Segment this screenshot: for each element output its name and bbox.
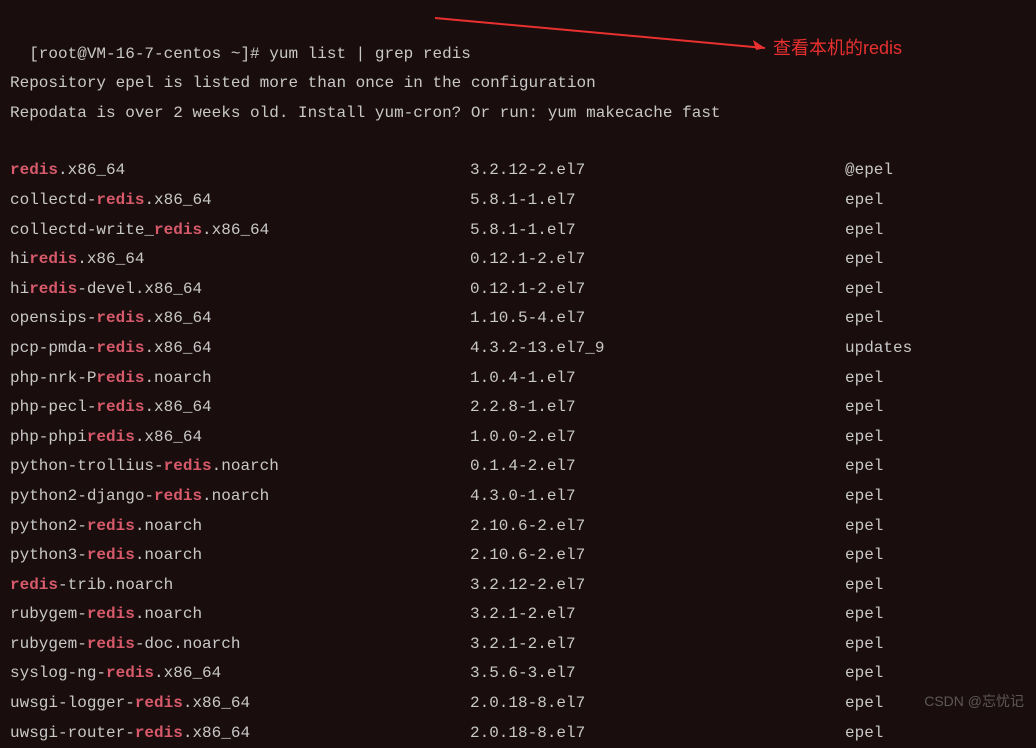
package-repo: epel — [845, 364, 883, 394]
package-row: rubygem-redis.noarch3.2.1-2.el7epel — [10, 600, 1026, 630]
package-row: uwsgi-router-redis.x86_642.0.18-8.el7epe… — [10, 719, 1026, 748]
command-line[interactable]: [root@VM-16-7-centos ~]# yum list | grep… — [10, 10, 1026, 69]
package-version: 1.10.5-4.el7 — [470, 304, 845, 334]
package-repo: @epel — [845, 156, 893, 186]
package-repo: epel — [845, 512, 883, 542]
package-version: 3.2.1-2.el7 — [470, 600, 845, 630]
repository-warning: Repository epel is listed more than once… — [10, 69, 1026, 99]
package-version: 5.8.1-1.el7 — [470, 216, 845, 246]
package-row: opensips-redis.x86_641.10.5-4.el7epel — [10, 304, 1026, 334]
package-name: php-pecl-redis.x86_64 — [10, 393, 470, 423]
package-row: php-nrk-Predis.noarch1.0.4-1.el7epel — [10, 364, 1026, 394]
package-version: 5.8.1-1.el7 — [470, 186, 845, 216]
package-name: opensips-redis.x86_64 — [10, 304, 470, 334]
package-version: 4.3.2-13.el7_9 — [470, 334, 845, 364]
package-name: hiredis-devel.x86_64 — [10, 275, 470, 305]
package-name: python3-redis.noarch — [10, 541, 470, 571]
package-name: rubygem-redis-doc.noarch — [10, 630, 470, 660]
package-repo: epel — [845, 719, 883, 748]
package-repo: epel — [845, 393, 883, 423]
package-name: uwsgi-logger-redis.x86_64 — [10, 689, 470, 719]
package-version: 2.2.8-1.el7 — [470, 393, 845, 423]
package-version: 2.0.18-8.el7 — [470, 719, 845, 748]
package-name: python-trollius-redis.noarch — [10, 452, 470, 482]
watermark: CSDN @忘忧记 — [924, 689, 1024, 715]
package-row: python2-django-redis.noarch4.3.0-1.el7ep… — [10, 482, 1026, 512]
package-version: 0.12.1-2.el7 — [470, 275, 845, 305]
package-name: hiredis.x86_64 — [10, 245, 470, 275]
package-row: php-phpiredis.x86_641.0.0-2.el7epel — [10, 423, 1026, 453]
package-repo: epel — [845, 216, 883, 246]
package-name: rubygem-redis.noarch — [10, 600, 470, 630]
package-repo: epel — [845, 186, 883, 216]
package-name: python2-redis.noarch — [10, 512, 470, 542]
package-repo: epel — [845, 659, 883, 689]
package-row: collectd-write_redis.x86_645.8.1-1.el7ep… — [10, 216, 1026, 246]
package-row: python3-redis.noarch2.10.6-2.el7epel — [10, 541, 1026, 571]
package-row: rubygem-redis-doc.noarch3.2.1-2.el7epel — [10, 630, 1026, 660]
shell-prompt: [root@VM-16-7-centos ~]# — [29, 45, 269, 63]
package-row: uwsgi-logger-redis.x86_642.0.18-8.el7epe… — [10, 689, 1026, 719]
package-row: pcp-pmda-redis.x86_644.3.2-13.el7_9updat… — [10, 334, 1026, 364]
package-repo: epel — [845, 541, 883, 571]
package-repo: epel — [845, 482, 883, 512]
package-repo: epel — [845, 689, 883, 719]
package-version: 2.10.6-2.el7 — [470, 512, 845, 542]
package-version: 0.1.4-2.el7 — [470, 452, 845, 482]
package-row: hiredis-devel.x86_640.12.1-2.el7epel — [10, 275, 1026, 305]
package-name: php-phpiredis.x86_64 — [10, 423, 470, 453]
package-version: 1.0.4-1.el7 — [470, 364, 845, 394]
package-version: 2.0.18-8.el7 — [470, 689, 845, 719]
package-row: redis.x86_643.2.12-2.el7@epel — [10, 156, 1026, 186]
package-row: hiredis.x86_640.12.1-2.el7epel — [10, 245, 1026, 275]
package-version: 4.3.0-1.el7 — [470, 482, 845, 512]
package-version: 1.0.0-2.el7 — [470, 423, 845, 453]
package-version: 3.2.12-2.el7 — [470, 156, 845, 186]
package-version: 3.2.12-2.el7 — [470, 571, 845, 601]
package-row: syslog-ng-redis.x86_643.5.6-3.el7epel — [10, 659, 1026, 689]
package-name: collectd-redis.x86_64 — [10, 186, 470, 216]
package-name: redis.x86_64 — [10, 156, 470, 186]
package-repo: epel — [845, 600, 883, 630]
package-version: 0.12.1-2.el7 — [470, 245, 845, 275]
package-row: python2-redis.noarch2.10.6-2.el7epel — [10, 512, 1026, 542]
command-text: yum list | grep redis — [269, 45, 471, 63]
package-name: python2-django-redis.noarch — [10, 482, 470, 512]
package-name: pcp-pmda-redis.x86_64 — [10, 334, 470, 364]
package-version: 2.10.6-2.el7 — [470, 541, 845, 571]
package-name: syslog-ng-redis.x86_64 — [10, 659, 470, 689]
package-row: php-pecl-redis.x86_642.2.8-1.el7epel — [10, 393, 1026, 423]
package-list: redis.x86_643.2.12-2.el7@epelcollectd-re… — [10, 156, 1026, 748]
package-name: redis-trib.noarch — [10, 571, 470, 601]
package-version: 3.5.6-3.el7 — [470, 659, 845, 689]
package-row: python-trollius-redis.noarch0.1.4-2.el7e… — [10, 452, 1026, 482]
repodata-warning: Repodata is over 2 weeks old. Install yu… — [10, 99, 1026, 129]
package-repo: epel — [845, 630, 883, 660]
package-row: redis-trib.noarch3.2.12-2.el7epel — [10, 571, 1026, 601]
package-repo: epel — [845, 275, 883, 305]
package-repo: updates — [845, 334, 912, 364]
package-repo: epel — [845, 304, 883, 334]
package-row: collectd-redis.x86_645.8.1-1.el7epel — [10, 186, 1026, 216]
package-repo: epel — [845, 571, 883, 601]
package-repo: epel — [845, 245, 883, 275]
package-name: uwsgi-router-redis.x86_64 — [10, 719, 470, 748]
package-name: collectd-write_redis.x86_64 — [10, 216, 470, 246]
package-repo: epel — [845, 452, 883, 482]
package-name: php-nrk-Predis.noarch — [10, 364, 470, 394]
package-repo: epel — [845, 423, 883, 453]
package-version: 3.2.1-2.el7 — [470, 630, 845, 660]
